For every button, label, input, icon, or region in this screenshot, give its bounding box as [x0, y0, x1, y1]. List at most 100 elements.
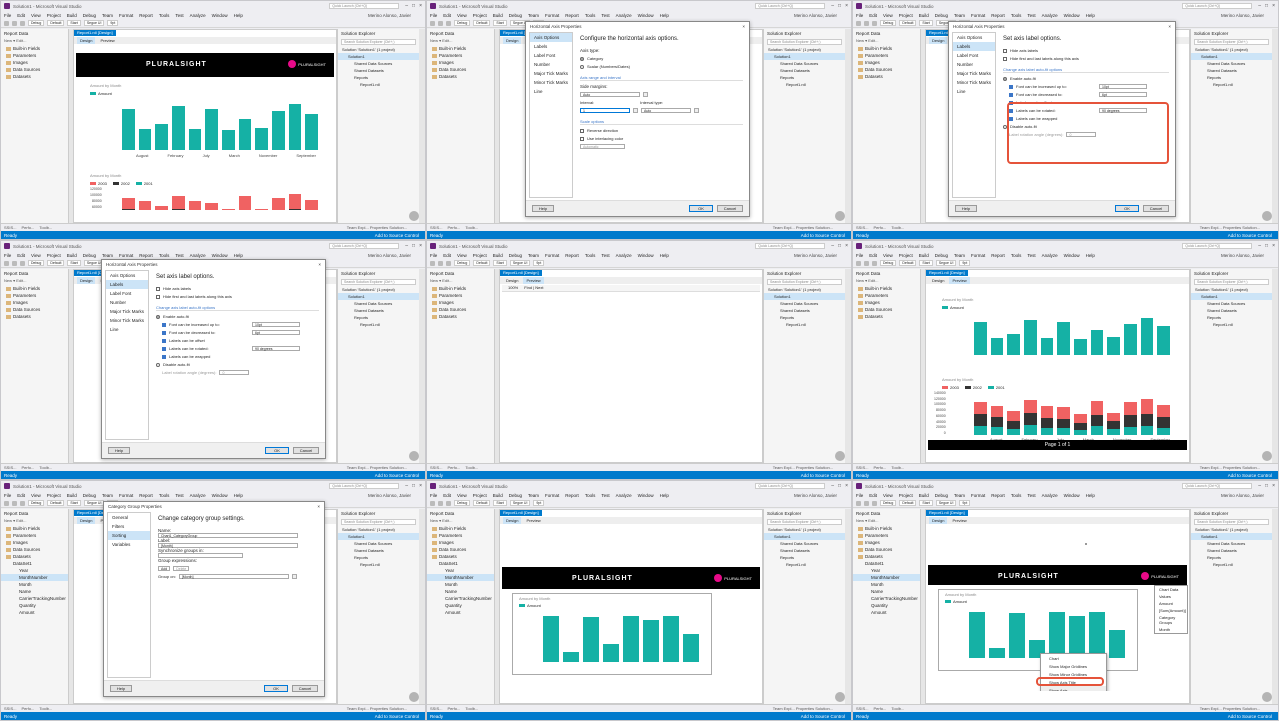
menu-team[interactable]: Team: [102, 253, 113, 258]
ok-button[interactable]: OK: [264, 685, 288, 692]
menu-build[interactable]: Build: [493, 493, 503, 498]
delete-button[interactable]: Delete: [173, 566, 190, 571]
tree-item[interactable]: Data Sources: [427, 306, 494, 313]
minimize-icon[interactable]: –: [405, 3, 408, 9]
menu-window[interactable]: Window: [212, 493, 228, 498]
stacked-bar[interactable]: [1023, 399, 1037, 435]
reverse-checkbox[interactable]: [580, 128, 584, 133]
source-control-button[interactable]: Add to Source Control: [1228, 714, 1275, 719]
platform-select[interactable]: Default: [473, 260, 491, 266]
menu-test[interactable]: Test: [175, 493, 183, 498]
solution-tree-item[interactable]: Reports: [764, 554, 845, 561]
field-item[interactable]: Year: [853, 567, 920, 574]
report-canvas[interactable]: 100% Find | Next: [502, 285, 760, 450]
expression-button[interactable]: [633, 108, 638, 113]
chart-bar[interactable]: [1140, 318, 1154, 355]
chart-bar[interactable]: [1069, 616, 1085, 658]
menu-help[interactable]: Help: [1086, 253, 1095, 258]
user-name[interactable]: Merino Alonso, Javier: [1221, 493, 1278, 498]
maximize-icon[interactable]: □: [1265, 483, 1268, 489]
new-edit-menu[interactable]: New ▾ Edit...: [1, 518, 68, 525]
stacked-bar[interactable]: [1123, 402, 1137, 435]
menu-report[interactable]: Report: [991, 13, 1005, 18]
solution-tree-item[interactable]: Shared Datasets: [338, 307, 419, 314]
tab-design[interactable]: Design: [503, 37, 522, 44]
tree-item[interactable]: Datasets: [853, 313, 920, 320]
menu-analyze[interactable]: Analyze: [616, 13, 632, 18]
document-tab[interactable]: Report1.rdl [Design]: [500, 510, 542, 516]
menu-window[interactable]: Window: [638, 253, 654, 258]
menu-help[interactable]: Help: [1086, 13, 1095, 18]
menu-help[interactable]: Help: [660, 13, 669, 18]
nav-item[interactable]: Minor Tick Marks: [530, 78, 572, 87]
maximize-icon[interactable]: □: [838, 483, 841, 489]
quick-launch-input[interactable]: Quick Launch (Ctrl+Q): [755, 3, 826, 9]
tree-item[interactable]: Parameters: [1, 52, 68, 59]
menu-view[interactable]: View: [31, 493, 41, 498]
solution-search-input[interactable]: Search Solution Explorer (Ctrl+;): [767, 519, 842, 525]
menu-edit[interactable]: Edit: [443, 13, 451, 18]
menu-tools[interactable]: Tools: [585, 253, 596, 258]
solution-tree-item[interactable]: Shared Data Sources: [764, 300, 845, 307]
menu-report[interactable]: Report: [565, 13, 579, 18]
menu-edit[interactable]: Edit: [17, 493, 25, 498]
config-select[interactable]: Debug: [28, 260, 45, 266]
menu-build[interactable]: Build: [493, 253, 503, 258]
solution-tree-item[interactable]: Solution1: [764, 533, 845, 540]
menu-help[interactable]: Help: [1086, 493, 1095, 498]
back-icon[interactable]: [430, 20, 435, 26]
menu-team[interactable]: Team: [528, 13, 539, 18]
tab-design[interactable]: Design: [929, 277, 947, 284]
save-icon[interactable]: [20, 20, 25, 26]
forward-icon[interactable]: [864, 20, 869, 26]
zoom-select[interactable]: 100%: [508, 285, 518, 291]
close-icon[interactable]: ×: [317, 504, 320, 509]
menu-debug[interactable]: Debug: [509, 13, 522, 18]
stacked-bar[interactable]: [221, 208, 235, 210]
quick-launch-input[interactable]: Quick Launch (Ctrl+Q): [329, 483, 400, 489]
menu-window[interactable]: Window: [1064, 253, 1080, 258]
chart-bar[interactable]: [171, 105, 185, 150]
tree-item[interactable]: Datasets: [853, 553, 920, 560]
maximize-icon[interactable]: □: [412, 243, 415, 249]
menu-window[interactable]: Window: [212, 13, 228, 18]
tree-item[interactable]: Datasets: [427, 553, 494, 560]
menu-report[interactable]: Report: [991, 253, 1005, 258]
font-select[interactable]: Segoe UI: [509, 500, 531, 506]
bottom-tab[interactable]: SSIS...: [856, 225, 868, 230]
new-edit-menu[interactable]: New ▾ Edit...: [427, 278, 494, 285]
close-icon[interactable]: ×: [419, 3, 422, 9]
field-item[interactable]: Month: [1, 581, 68, 588]
dataset-item[interactable]: DataSet1: [427, 560, 494, 567]
document-tab[interactable]: Report1.rdl [Design]: [74, 30, 116, 36]
hide-first-last-checkbox[interactable]: [156, 294, 160, 299]
tab-preview[interactable]: Preview: [523, 517, 543, 524]
stacked-bar[interactable]: [288, 194, 302, 210]
font-size-select[interactable]: 9pt: [959, 260, 971, 266]
tree-item[interactable]: Parameters: [427, 292, 494, 299]
new-edit-menu[interactable]: New ▾ Edit...: [853, 518, 920, 525]
group-on-select[interactable]: [Month]: [178, 574, 289, 579]
bottom-tab[interactable]: Perfo...: [447, 225, 460, 230]
stacked-bar[interactable]: [1140, 398, 1154, 435]
solution-tree-item[interactable]: Reports: [1191, 314, 1272, 321]
menu-debug[interactable]: Debug: [935, 253, 948, 258]
menu-edit[interactable]: Edit: [17, 13, 25, 18]
menu-project[interactable]: Project: [47, 13, 61, 18]
solution-search-input[interactable]: Search Solution Explorer (Ctrl+;): [341, 39, 416, 45]
tree-item[interactable]: Datasets: [427, 313, 494, 320]
menu-help[interactable]: Help: [660, 253, 669, 258]
solution-tree-item[interactable]: Solution1: [338, 533, 419, 540]
forward-icon[interactable]: [438, 260, 443, 266]
platform-select[interactable]: Default: [899, 500, 917, 506]
solution-tree-item[interactable]: Shared Datasets: [764, 547, 845, 554]
field-item[interactable]: Quantity: [427, 602, 494, 609]
solution-tree-item[interactable]: Solution1: [1191, 533, 1272, 540]
menu-edit[interactable]: Edit: [869, 13, 877, 18]
font-select[interactable]: Segoe UI: [83, 500, 105, 506]
quick-launch-input[interactable]: Quick Launch (Ctrl+Q): [1182, 483, 1253, 489]
close-icon[interactable]: ×: [1168, 24, 1171, 29]
menu-window[interactable]: Window: [638, 13, 654, 18]
solution-tree-item[interactable]: Solution1: [338, 53, 419, 60]
hide-labels-checkbox[interactable]: [156, 286, 160, 291]
